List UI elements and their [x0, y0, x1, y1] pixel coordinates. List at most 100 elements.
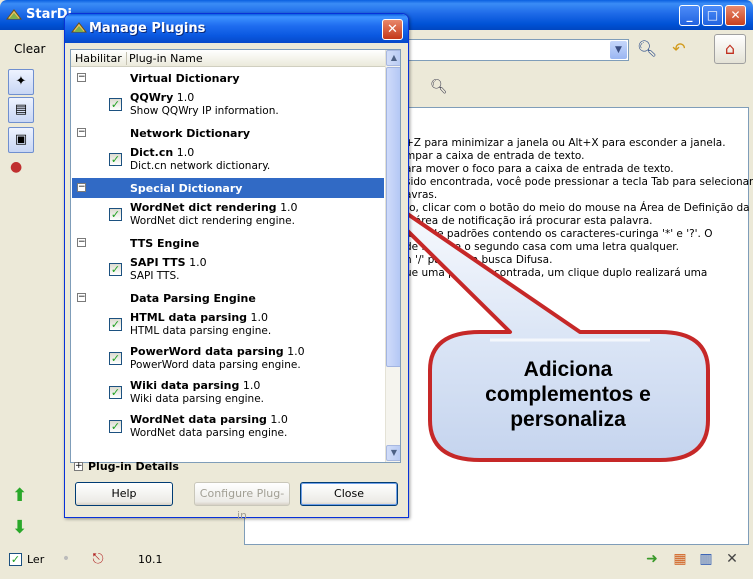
- paint-icon[interactable]: ●: [10, 159, 22, 175]
- enable-checkbox[interactable]: ✓: [109, 386, 122, 399]
- plugin-description: Wiki data parsing engine.: [130, 393, 265, 405]
- list-header: Habilitar Plug-in Name: [71, 50, 385, 67]
- stardict-app-icon: [6, 9, 22, 20]
- category-name: Network Dictionary: [130, 127, 251, 140]
- content-line: +Z para minimizar a janela ou Alt+X para…: [405, 137, 726, 149]
- manage-plugins-dialog: Manage Plugins ✕ Habilitar Plug-in Name …: [64, 13, 409, 522]
- tools-icon[interactable]: ✕: [722, 549, 742, 569]
- enable-checkbox[interactable]: ✓: [109, 352, 122, 365]
- expand-icon[interactable]: +: [74, 462, 83, 471]
- column-separator: [126, 52, 127, 65]
- plugin-name: WordNet dict rendering 1.0: [130, 201, 298, 214]
- plugin-name: PowerWord data parsing 1.0: [130, 345, 305, 358]
- back-arrow-icon[interactable]: ↶: [668, 38, 690, 60]
- plugin-description: WordNet dict rendering engine.: [130, 215, 295, 227]
- chevron-down-icon[interactable]: ▼: [610, 41, 627, 59]
- list-scrollbar[interactable]: ▲ ▼: [385, 50, 400, 462]
- minimize-button[interactable]: _: [679, 5, 700, 26]
- plugin-row[interactable]: ✓ WordNet data parsing 1.0 WordNet data …: [72, 410, 384, 444]
- arrow-down-icon[interactable]: ⬇: [12, 517, 27, 538]
- plugin-name: SAPI TTS 1.0: [130, 256, 207, 269]
- plugin-name: QQWry 1.0: [130, 91, 195, 104]
- plugin-row[interactable]: ✓ Dict.cn 1.0 Dict.cn network dictionary…: [72, 143, 384, 177]
- dialog-titlebar[interactable]: Manage Plugins ✕: [65, 14, 408, 43]
- home-button[interactable]: ⌂: [714, 34, 746, 64]
- forward-arrow-icon[interactable]: ➜: [642, 549, 662, 569]
- exit-icon[interactable]: ⎋: [88, 549, 108, 569]
- maximize-button[interactable]: □: [702, 5, 723, 26]
- dictionary-list-icon[interactable]: ▤: [8, 97, 34, 123]
- plugin-row[interactable]: ✓ WordNet dict rendering 1.0 WordNet dic…: [72, 198, 384, 232]
- manage-icon[interactable]: ▦: [670, 549, 690, 569]
- plugin-description: HTML data parsing engine.: [130, 325, 272, 337]
- enable-checkbox[interactable]: ✓: [109, 208, 122, 221]
- content-line: mpar a caixa de entrada de texto.: [405, 150, 585, 162]
- plugin-row[interactable]: ✓ Wiki data parsing 1.0 Wiki data parsin…: [72, 376, 384, 410]
- category-name: Virtual Dictionary: [130, 72, 240, 85]
- scroll-down-icon[interactable]: ▼: [386, 445, 400, 461]
- dict-manage-icon[interactable]: ▥: [696, 549, 716, 569]
- plugin-description: Show QQWry IP information.: [130, 105, 279, 117]
- plugin-row[interactable]: ✓ PowerWord data parsing 1.0 PowerWord d…: [72, 342, 384, 376]
- stardict-app-icon: [71, 22, 87, 33]
- plugin-name: HTML data parsing 1.0: [130, 311, 269, 324]
- plugin-description: SAPI TTS.: [130, 270, 180, 282]
- category-name: Special Dictionary: [130, 182, 243, 195]
- callout-line: complementos e: [485, 383, 651, 406]
- plugin-name: Wiki data parsing 1.0: [130, 379, 261, 392]
- plugin-row[interactable]: ✓ QQWry 1.0 Show QQWry IP information.: [72, 88, 384, 122]
- collapse-icon[interactable]: −: [77, 73, 86, 82]
- category-row[interactable]: − Virtual Dictionary: [72, 68, 384, 88]
- speaker-icon[interactable]: •: [56, 549, 76, 569]
- category-row[interactable]: − Network Dictionary: [72, 123, 384, 143]
- version-label: 10.1: [138, 553, 163, 566]
- enable-checkbox[interactable]: ✓: [109, 153, 122, 166]
- column-header-name[interactable]: Plug-in Name: [129, 52, 203, 65]
- read-checkbox[interactable]: ✓: [9, 553, 22, 566]
- search-icon[interactable]: 🔍︎: [636, 38, 658, 60]
- callout-line: personaliza: [510, 408, 626, 431]
- plugin-description: PowerWord data parsing engine.: [130, 359, 301, 371]
- plugin-row[interactable]: ✓ SAPI TTS 1.0 SAPI TTS.: [72, 253, 384, 287]
- plugin-name: Dict.cn 1.0: [130, 146, 195, 159]
- plugin-details-label: Plug-in Details: [88, 460, 179, 473]
- plugin-description: Dict.cn network dictionary.: [130, 160, 271, 172]
- column-header-enable[interactable]: Habilitar: [75, 52, 122, 65]
- home-icon: ⌂: [724, 39, 736, 58]
- category-name: Data Parsing Engine: [130, 292, 256, 305]
- main-close-button[interactable]: ✕: [725, 5, 746, 26]
- category-row-selected[interactable]: − Special Dictionary: [72, 178, 384, 198]
- plugin-row[interactable]: ✓ HTML data parsing 1.0 HTML data parsin…: [72, 308, 384, 342]
- callout-text: Adiciona complementos e personaliza: [440, 357, 696, 432]
- pin-icon[interactable]: ▣: [8, 127, 34, 153]
- scroll-thumb[interactable]: [386, 67, 400, 367]
- left-panel: ✦ ▤ ▣ ● ⬆ ⬇: [6, 67, 38, 545]
- clear-button[interactable]: Clear: [14, 42, 45, 56]
- collapse-icon[interactable]: −: [77, 128, 86, 137]
- collapse-icon[interactable]: −: [77, 238, 86, 247]
- callout-line: Adiciona: [523, 358, 613, 381]
- enable-checkbox[interactable]: ✓: [109, 420, 122, 433]
- enable-checkbox[interactable]: ✓: [109, 98, 122, 111]
- enable-checkbox[interactable]: ✓: [109, 318, 122, 331]
- category-row[interactable]: − TTS Engine: [72, 233, 384, 253]
- close-button[interactable]: Close: [300, 482, 398, 506]
- category-name: TTS Engine: [130, 237, 200, 250]
- read-label: Ler: [27, 553, 45, 566]
- status-bar: ✓ Ler • ⎋ 10.1 ➜ ▦ ▥ ✕: [0, 547, 753, 579]
- configure-plugin-button[interactable]: Configure Plug-in: [194, 482, 290, 522]
- collapse-icon[interactable]: −: [77, 293, 86, 302]
- dialog-close-button[interactable]: ✕: [382, 19, 403, 40]
- search-icon[interactable]: 🔍︎: [430, 79, 448, 95]
- plugin-list: Habilitar Plug-in Name − Virtual Diction…: [70, 49, 401, 463]
- search-input[interactable]: ▼: [404, 39, 629, 61]
- arrow-up-icon[interactable]: ⬆: [12, 485, 27, 506]
- help-button[interactable]: Help: [75, 482, 173, 506]
- scroll-up-icon[interactable]: ▲: [386, 50, 400, 66]
- plugin-description: WordNet data parsing engine.: [130, 427, 288, 439]
- dialog-title: Manage Plugins: [89, 21, 206, 36]
- category-row[interactable]: − Data Parsing Engine: [72, 288, 384, 308]
- enable-checkbox[interactable]: ✓: [109, 263, 122, 276]
- wand-icon[interactable]: ✦: [8, 69, 34, 95]
- collapse-icon[interactable]: −: [77, 183, 86, 192]
